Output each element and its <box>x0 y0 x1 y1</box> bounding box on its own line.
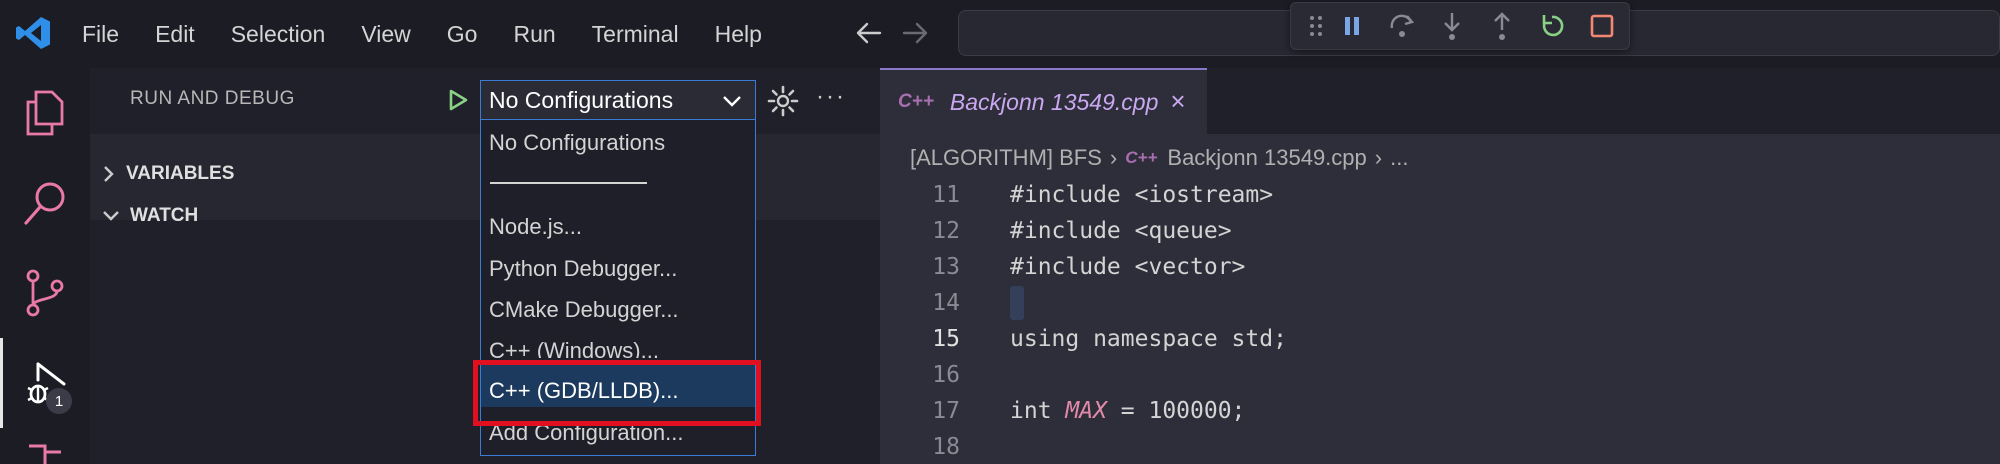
code-line: 12 #include <queue> <box>880 218 2000 254</box>
debug-toolbar <box>1290 2 1630 50</box>
chevron-down-icon <box>103 211 119 221</box>
cpp-file-icon: C++ <box>1125 148 1158 167</box>
drag-grip-icon[interactable] <box>1305 4 1327 48</box>
activity-bar: 1 <box>0 68 90 464</box>
line-number: 18 <box>932 434 960 460</box>
start-debugging-icon[interactable] <box>440 82 476 118</box>
line-number: 12 <box>932 218 960 244</box>
arrow-right-icon[interactable] <box>898 16 932 50</box>
breadcrumb-file[interactable]: Backjonn 13549.cpp <box>1167 145 1366 171</box>
menu-file[interactable]: File <box>64 21 137 48</box>
code-text: using namespace std; <box>1010 326 1287 352</box>
gear-icon[interactable] <box>766 84 800 118</box>
tab-bar: C++ Backjonn 13549.cpp × <box>880 68 2000 134</box>
code-identifier: MAX <box>1065 398 1107 424</box>
stop-icon[interactable] <box>1577 4 1627 48</box>
chevron-down-icon <box>723 96 741 107</box>
more-actions-icon[interactable]: ··· <box>816 84 852 118</box>
menu-run[interactable]: Run <box>495 21 573 48</box>
line-number: 11 <box>932 182 960 208</box>
code-line: 18 <box>880 434 2000 464</box>
config-select-value: No Configurations <box>489 87 674 113</box>
section-watch-label: WATCH <box>130 205 199 226</box>
pause-icon[interactable] <box>1327 4 1377 48</box>
option-nodejs[interactable]: Node.js... <box>489 214 582 240</box>
section-variables-label: VARIABLES <box>126 163 235 184</box>
step-over-icon[interactable] <box>1377 4 1427 48</box>
source-control-icon[interactable] <box>0 248 90 338</box>
line-number: 13 <box>932 254 960 280</box>
restart-icon[interactable] <box>1527 4 1577 48</box>
code-keyword: int <box>1010 398 1066 424</box>
extensions-icon[interactable] <box>0 428 90 464</box>
breadcrumb: [ALGORITHM] BFS › C++ Backjonn 13549.cpp… <box>910 138 1408 178</box>
option-python-debugger[interactable]: Python Debugger... <box>489 256 677 282</box>
tab-backjonn-13549[interactable]: C++ Backjonn 13549.cpp × <box>880 68 1207 134</box>
code-line: 13 #include <vector> <box>880 254 2000 290</box>
option-cpp-windows[interactable]: C++ (Windows)... <box>489 338 659 358</box>
highlight-box <box>473 360 761 426</box>
option-no-configurations[interactable]: No Configurations <box>489 130 665 156</box>
menu-selection[interactable]: Selection <box>213 21 344 48</box>
breadcrumb-tail[interactable]: ... <box>1390 145 1408 171</box>
code-line: 15 using namespace std; <box>880 326 2000 362</box>
vscode-logo-icon <box>16 17 50 49</box>
line-number: 16 <box>932 362 960 388</box>
config-select[interactable]: No Configurations <box>480 80 756 120</box>
close-icon[interactable]: × <box>1163 86 1193 116</box>
menu-view[interactable]: View <box>343 21 428 48</box>
code-line: 14 <box>880 286 2000 326</box>
code-rest: = 100000; <box>1106 398 1246 424</box>
menu-help[interactable]: Help <box>697 21 780 48</box>
cursor-marker <box>1010 286 1024 320</box>
breadcrumb-folder[interactable]: [ALGORITHM] BFS <box>910 145 1102 171</box>
code-line: 17 int MAX = 100000; <box>880 398 2000 434</box>
code-line: 11 #include <iostream> <box>880 182 2000 218</box>
cpp-file-icon: C++ <box>898 91 934 112</box>
explorer-icon[interactable] <box>0 68 90 158</box>
title-bar: File Edit Selection View Go Run Terminal… <box>0 0 2000 68</box>
code-text: int MAX = 100000; <box>1010 398 1245 424</box>
step-out-icon[interactable] <box>1477 4 1527 48</box>
line-number: 17 <box>932 398 960 424</box>
menu-terminal[interactable]: Terminal <box>574 21 697 48</box>
code-text: #include <queue> <box>1010 218 1232 244</box>
search-icon[interactable] <box>0 158 90 248</box>
line-number: 15 <box>932 326 960 352</box>
run-debug-icon[interactable] <box>0 338 90 428</box>
chevron-right-icon: › <box>1374 145 1383 170</box>
debug-count-badge: 1 <box>46 388 72 414</box>
line-number: 14 <box>932 290 960 316</box>
code-line: 16 <box>880 362 2000 398</box>
menu-bar: File Edit Selection View Go Run Terminal… <box>64 0 780 68</box>
arrow-left-icon[interactable] <box>852 16 886 50</box>
section-watch[interactable]: WATCH <box>102 196 198 236</box>
chevron-right-icon: › <box>1109 145 1118 170</box>
menu-go[interactable]: Go <box>429 21 496 48</box>
section-variables[interactable]: VARIABLES <box>102 154 234 194</box>
option-cmake-debugger[interactable]: CMake Debugger... <box>489 297 679 323</box>
sidebar-title: RUN AND DEBUG <box>130 88 295 109</box>
step-into-icon[interactable] <box>1427 4 1477 48</box>
editor-area: C++ Backjonn 13549.cpp × [ALGORITHM] BFS… <box>880 68 2000 464</box>
code-text: #include <vector> <box>1010 254 1246 280</box>
code-text: #include <iostream> <box>1010 182 1274 208</box>
dropdown-separator <box>490 182 647 184</box>
menu-edit[interactable]: Edit <box>137 21 213 48</box>
tab-label: Backjonn 13549.cpp <box>949 88 1159 115</box>
chevron-right-icon <box>104 166 114 182</box>
